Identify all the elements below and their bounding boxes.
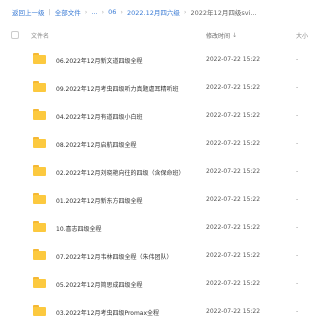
file-name[interactable]: 02.2022年12月刘晓艳向往的四级（含保命班） bbox=[56, 168, 184, 177]
file-name[interactable]: 07.2022年12月韦林四级全程（朱伟团队） bbox=[56, 252, 172, 261]
modified-time: 2022-07-22 15:22 bbox=[206, 280, 261, 287]
modified-time: 2022-07-22 15:22 bbox=[206, 308, 261, 315]
folder-icon bbox=[33, 249, 46, 260]
file-size: - bbox=[296, 140, 299, 147]
breadcrumb-all-files[interactable]: 全部文件 bbox=[55, 7, 81, 17]
modified-time: 2022-07-22 15:22 bbox=[206, 84, 261, 91]
column-header-name[interactable]: 文件名 bbox=[31, 31, 49, 40]
file-row[interactable]: 03.2022年12月考虫四级Promax全程 2022-07-22 15:22 - bbox=[0, 298, 310, 326]
back-link[interactable]: 返回上一级 bbox=[12, 7, 45, 17]
file-row[interactable]: 06.2022年12月新文道四级全程 2022-07-22 15:22 - bbox=[0, 46, 310, 74]
file-size: - bbox=[296, 112, 299, 119]
file-name[interactable]: 04.2022年12月有道四级小白班 bbox=[56, 112, 142, 121]
breadcrumb-ellipsis[interactable]: ... bbox=[91, 8, 97, 16]
modified-time: 2022-07-22 15:22 bbox=[206, 140, 261, 147]
file-row[interactable]: 08.2022年12月启航四级全程 2022-07-22 15:22 - bbox=[0, 130, 310, 158]
modified-time: 2022-07-22 15:22 bbox=[206, 224, 261, 231]
file-row[interactable]: 09.2022年12月考虫四级听力真题虐耳精听班 2022-07-22 15:22… bbox=[0, 74, 310, 102]
folder-icon bbox=[33, 109, 46, 120]
folder-icon bbox=[33, 277, 46, 288]
file-row[interactable]: 02.2022年12月刘晓艳向往的四级（含保命班） 2022-07-22 15:2… bbox=[0, 158, 310, 186]
file-size: - bbox=[296, 252, 299, 259]
column-header-time-label: 修改时间 bbox=[206, 33, 231, 40]
file-name[interactable]: 09.2022年12月考虫四级听力真题虐耳精听班 bbox=[56, 84, 178, 93]
folder-icon bbox=[33, 53, 46, 64]
file-list-header: 文件名 修改时间 ↓ 大小 bbox=[0, 24, 310, 46]
breadcrumb-current: 2022年12月四级svi... bbox=[190, 9, 257, 17]
folder-icon bbox=[33, 221, 46, 232]
file-name[interactable]: 10.喜志四级全程 bbox=[56, 224, 102, 233]
sort-down-icon: ↓ bbox=[232, 32, 238, 39]
file-row[interactable]: 01.2022年12月新东方四级全程 2022-07-22 15:22 - bbox=[0, 186, 310, 214]
modified-time: 2022-07-22 15:22 bbox=[206, 112, 261, 119]
breadcrumb: 返回上一级 | 全部文件 › ... › 06 › 2022.12月四六级 › … bbox=[0, 0, 310, 24]
breadcrumb-month[interactable]: 2022.12月四六级 bbox=[127, 7, 180, 17]
file-size: - bbox=[296, 308, 299, 315]
chevron-right-icon: › bbox=[120, 8, 124, 16]
file-row[interactable]: 10.喜志四级全程 2022-07-22 15:22 - bbox=[0, 214, 310, 242]
file-name[interactable]: 06.2022年12月新文道四级全程 bbox=[56, 56, 142, 65]
folder-icon bbox=[33, 305, 46, 316]
folder-icon bbox=[33, 81, 46, 92]
file-list: 06.2022年12月新文道四级全程 2022-07-22 15:22-09.20… bbox=[0, 46, 310, 326]
file-size: - bbox=[296, 280, 299, 287]
chevron-right-icon: › bbox=[84, 8, 88, 16]
file-size: - bbox=[296, 196, 299, 203]
column-header-time[interactable]: 修改时间 ↓ bbox=[206, 31, 237, 40]
folder-icon bbox=[33, 165, 46, 176]
file-name[interactable]: 03.2022年12月考虫四级Promax全程 bbox=[56, 308, 159, 317]
chevron-right-icon: › bbox=[183, 8, 187, 16]
column-header-size[interactable]: 大小 bbox=[296, 31, 308, 40]
file-size: - bbox=[296, 224, 299, 231]
file-name[interactable]: 08.2022年12月启航四级全程 bbox=[56, 140, 136, 149]
file-size: - bbox=[296, 56, 299, 63]
breadcrumb-06[interactable]: 06 bbox=[108, 8, 116, 16]
modified-time: 2022-07-22 15:22 bbox=[206, 168, 261, 175]
file-name[interactable]: 01.2022年12月新东方四级全程 bbox=[56, 196, 142, 205]
file-row[interactable]: 05.2022年12月简思成四级全程 2022-07-22 15:22 - bbox=[0, 270, 310, 298]
modified-time: 2022-07-22 15:22 bbox=[206, 56, 261, 63]
file-size: - bbox=[296, 84, 299, 91]
file-row[interactable]: 04.2022年12月有道四级小白班 2022-07-22 15:22 - bbox=[0, 102, 310, 130]
file-row[interactable]: 07.2022年12月韦林四级全程（朱伟团队） 2022-07-22 15:22 - bbox=[0, 242, 310, 270]
file-size: - bbox=[296, 168, 299, 175]
file-name[interactable]: 05.2022年12月简思成四级全程 bbox=[56, 280, 142, 289]
modified-time: 2022-07-22 15:22 bbox=[206, 196, 261, 203]
chevron-right-icon: › bbox=[101, 8, 105, 16]
breadcrumb-separator: | bbox=[48, 8, 51, 16]
select-all-checkbox[interactable] bbox=[11, 31, 19, 39]
folder-icon bbox=[33, 137, 46, 148]
folder-icon bbox=[33, 193, 46, 204]
modified-time: 2022-07-22 15:22 bbox=[206, 252, 261, 259]
